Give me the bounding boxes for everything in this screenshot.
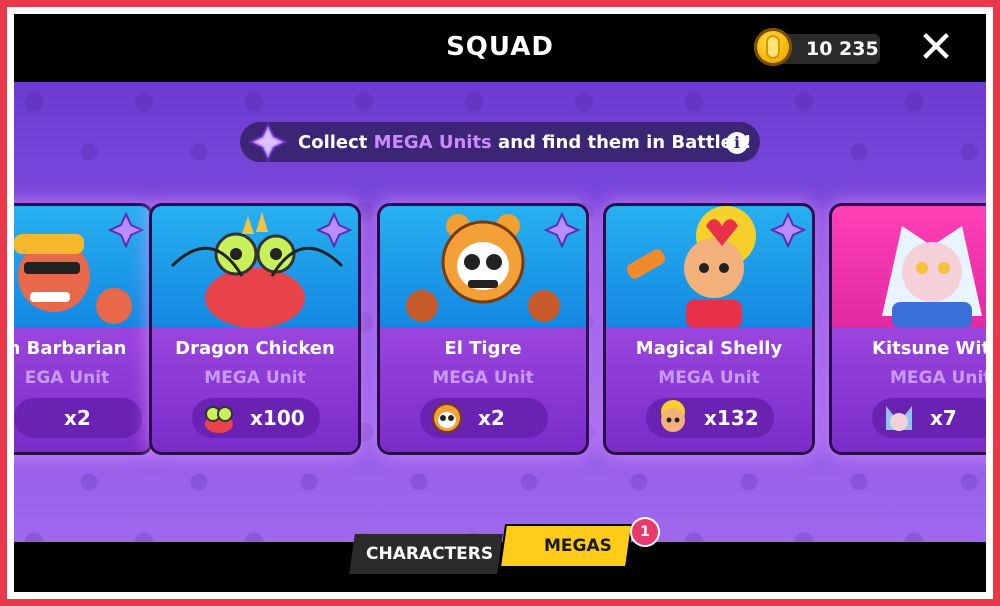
card-portrait [832, 206, 986, 328]
card-tag: MEGA Unit [890, 368, 986, 388]
card-tag: EGA Unit [24, 368, 110, 388]
top-bar: SQUAD 10 235 ✕ [14, 14, 986, 82]
tab-megas-label[interactable]: MEGAS [544, 536, 612, 556]
game-screen: SQUAD 10 235 ✕ Collect MEGA Units and fi… [14, 14, 986, 592]
card-count: x2 [478, 406, 505, 430]
card-name: n Barbarian [14, 338, 127, 359]
card-tag: MEGA Unit [204, 368, 306, 388]
info-icon[interactable]: i [726, 132, 748, 154]
magical-shelly-mini-icon [661, 400, 685, 432]
mega-card-barbarian[interactable]: n Barbarian EGA Unit x2 [14, 206, 150, 452]
banner-highlight: MEGA Units [373, 132, 492, 153]
mega-gem-icon [316, 212, 352, 248]
card-count: x2 [64, 406, 91, 430]
mega-card-magical-shelly[interactable]: Magical Shelly MEGA Unit x132 [606, 206, 812, 452]
close-button[interactable]: ✕ [914, 26, 958, 70]
mega-gem-icon [544, 212, 580, 248]
dragon-chicken-mini-icon [205, 406, 233, 433]
kitsune-witch-mini-icon [886, 406, 912, 431]
coin-count: 10 235 [806, 38, 879, 60]
card-name: El Tigre [444, 338, 522, 359]
mega-card-dragon-chicken[interactable]: Dragon Chicken MEGA Unit x100 [152, 206, 358, 452]
card-count: x100 [250, 406, 305, 430]
kitsune-witch-portrait [882, 226, 982, 328]
card-count: x7 [930, 406, 957, 430]
card-tag: MEGA Unit [658, 368, 760, 388]
notification-badge: 1 [630, 517, 660, 547]
card-tag: MEGA Unit [432, 368, 534, 388]
banner-text: Collect MEGA Units and find them in Batt… [298, 132, 752, 153]
tab-characters-label[interactable]: CHARACTERS [366, 544, 493, 564]
card-name: Dragon Chicken [175, 338, 335, 359]
mega-gem-icon [248, 122, 288, 162]
card-count: x132 [704, 406, 759, 430]
el-tigre-mini-icon [432, 403, 462, 433]
coin-icon [754, 28, 792, 66]
card-name: Kitsune Witc [872, 338, 986, 359]
mega-card-el-tigre[interactable]: El Tigre MEGA Unit x2 [380, 206, 586, 452]
mega-card-kitsune-witch[interactable]: Kitsune Witc MEGA Unit x7 [832, 206, 986, 452]
card-name: Magical Shelly [635, 338, 783, 359]
mega-gem-icon [108, 212, 144, 248]
mega-gem-icon [770, 212, 806, 248]
